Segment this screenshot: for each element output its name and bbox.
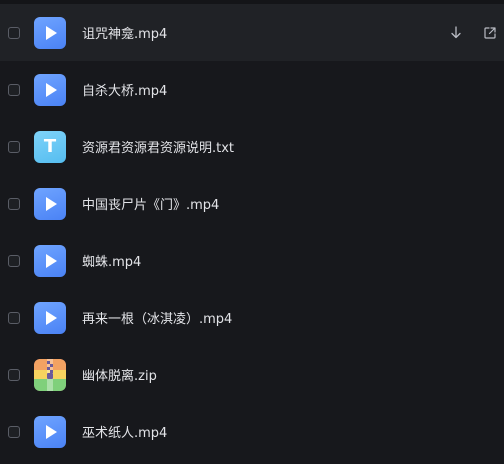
list-item[interactable]: 中国丧尸片《门》.mp4 <box>0 175 504 232</box>
video-file-icon <box>34 16 66 49</box>
zip-file-icon <box>34 358 66 391</box>
video-file-icon <box>34 73 66 106</box>
file-name[interactable]: 诅咒神龛.mp4 <box>82 23 167 42</box>
list-item[interactable]: 幽体脱离.zip <box>0 346 504 403</box>
file-name[interactable]: 中国丧尸片《门》.mp4 <box>82 194 219 213</box>
file-name[interactable]: 资源君资源君资源说明.txt <box>82 137 234 156</box>
video-file-icon <box>34 301 66 334</box>
list-item[interactable]: 诅咒神龛.mp4 <box>0 4 504 61</box>
file-list: 诅咒神龛.mp4 自杀大桥.mp4 T 资源君资源君资源说明.txt 中国丧尸片… <box>0 0 504 464</box>
text-file-icon: T <box>34 130 66 163</box>
row-checkbox[interactable] <box>8 425 20 438</box>
video-file-icon <box>34 415 66 448</box>
row-checkbox[interactable] <box>8 254 20 267</box>
list-item[interactable]: T 资源君资源君资源说明.txt <box>0 118 504 175</box>
file-name[interactable]: 幽体脱离.zip <box>82 365 157 384</box>
row-checkbox[interactable] <box>8 311 20 324</box>
video-file-icon <box>34 244 66 277</box>
file-name[interactable]: 蜘蛛.mp4 <box>82 251 141 270</box>
share-icon[interactable] <box>482 25 498 41</box>
row-checkbox[interactable] <box>8 368 20 381</box>
download-icon[interactable] <box>448 25 464 41</box>
file-name[interactable]: 巫术纸人.mp4 <box>82 422 167 441</box>
list-item[interactable]: 蜘蛛.mp4 <box>0 232 504 289</box>
row-checkbox[interactable] <box>8 26 20 39</box>
file-name[interactable]: 再来一根（冰淇凌）.mp4 <box>82 308 232 327</box>
row-checkbox[interactable] <box>8 197 20 210</box>
list-item[interactable]: 巫术纸人.mp4 <box>0 403 504 460</box>
row-checkbox[interactable] <box>8 140 20 153</box>
row-checkbox[interactable] <box>8 83 20 96</box>
file-name[interactable]: 自杀大桥.mp4 <box>82 80 167 99</box>
list-item[interactable]: 再来一根（冰淇凌）.mp4 <box>0 289 504 346</box>
list-item[interactable]: 自杀大桥.mp4 <box>0 61 504 118</box>
video-file-icon <box>34 187 66 220</box>
